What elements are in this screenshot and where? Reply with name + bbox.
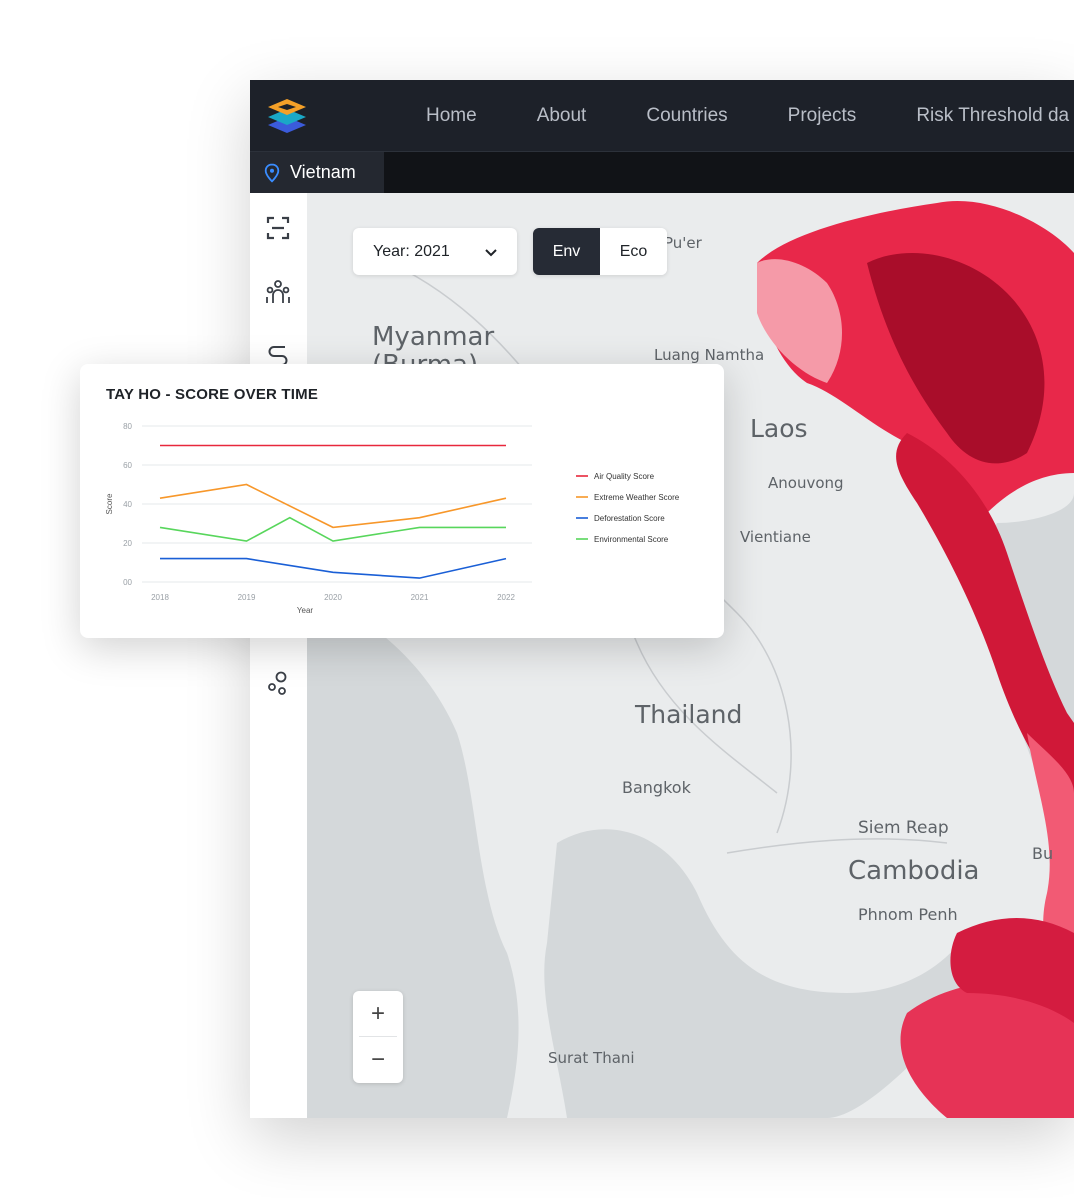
legend-label: Air Quality Score — [594, 472, 655, 481]
community-icon[interactable] — [265, 279, 291, 305]
app-logo-icon[interactable] — [266, 95, 308, 135]
score-chart-card: TAY HO - SCORE OVER TIME 00 20 40 60 80 2018 2… — [80, 364, 724, 638]
left-sidebar — [250, 193, 308, 1118]
score-line-chart: 00 20 40 60 80 2018 2019 2020 2021 2022 Year Score A… — [105, 422, 680, 615]
y-tick-label: 40 — [123, 500, 132, 509]
top-navigation: Home About Countries Projects Risk Thres… — [250, 80, 1074, 152]
x-axis-label: Year — [297, 606, 314, 615]
series-line-deforestation-score — [160, 557, 507, 579]
map-label-siem-reap: Siem Reap — [858, 818, 949, 838]
y-axis-label: Score — [105, 493, 114, 514]
zoom-out-button[interactable]: − — [353, 1037, 403, 1082]
eco-toggle-button[interactable]: Eco — [600, 228, 667, 275]
x-tick-label: 2019 — [238, 593, 256, 602]
x-tick-label: 2018 — [151, 593, 169, 602]
map-label-phnom-penh: Phnom Penh — [858, 905, 958, 924]
map-label-surat-thani: Surat Thani — [548, 1049, 635, 1067]
nav-home[interactable]: Home — [426, 105, 477, 127]
map-label-anouvong: Anouvong — [768, 474, 844, 492]
map-label-luang-namtha: Luang Namtha — [654, 346, 765, 364]
y-tick-label: 20 — [123, 539, 132, 548]
country-name: Vietnam — [290, 162, 356, 182]
legend-label: Extreme Weather Score — [594, 493, 680, 502]
y-tick-label: 80 — [123, 422, 132, 431]
map-label-bu: Bu — [1032, 844, 1054, 863]
year-select[interactable]: Year: 2021 — [353, 228, 517, 275]
year-select-label: Year: 2021 — [373, 242, 450, 260]
env-eco-toggle: Env Eco — [533, 228, 667, 275]
map-label-bangkok: Bangkok — [622, 778, 691, 797]
x-tick-label: 2020 — [324, 593, 342, 602]
zoom-in-button[interactable]: + — [353, 991, 403, 1036]
x-tick-label: 2022 — [497, 593, 515, 602]
map-label-thailand: Thailand — [635, 700, 743, 729]
nav-countries[interactable]: Countries — [646, 105, 727, 127]
map-label-vientiane: Vientiane — [740, 528, 811, 546]
zoom-controls: + − — [353, 991, 403, 1083]
map-label-cambodia: Cambodia — [848, 856, 980, 886]
series-line-extreme-weather-score — [159, 483, 507, 529]
legend-label: Environmental Score — [594, 535, 669, 544]
nav-projects[interactable]: Projects — [788, 105, 857, 127]
legend-label: Deforestation Score — [594, 514, 665, 523]
y-tick-label: 00 — [123, 578, 132, 587]
x-tick-label: 2021 — [411, 593, 429, 602]
map-label-puer: Pu'er — [664, 234, 702, 252]
nav-menu: Home About Countries Projects Risk Thres… — [426, 80, 1074, 151]
y-tick-label: 60 — [123, 461, 132, 470]
map-label-myanmar: Myanmar — [372, 322, 495, 352]
env-toggle-button[interactable]: Env — [533, 228, 600, 275]
scan-frame-icon[interactable] — [265, 215, 291, 241]
nav-risk-threshold[interactable]: Risk Threshold da — [916, 105, 1069, 127]
location-pin-icon — [264, 163, 280, 183]
map-label-laos: Laos — [750, 414, 808, 443]
chevron-down-icon — [485, 249, 497, 257]
country-bar: Vietnam — [250, 152, 1074, 193]
nav-about[interactable]: About — [537, 105, 587, 127]
country-tab-vietnam[interactable]: Vietnam — [250, 152, 384, 193]
bubbles-icon[interactable] — [265, 671, 291, 697]
series-line-environmental-score — [159, 516, 506, 542]
